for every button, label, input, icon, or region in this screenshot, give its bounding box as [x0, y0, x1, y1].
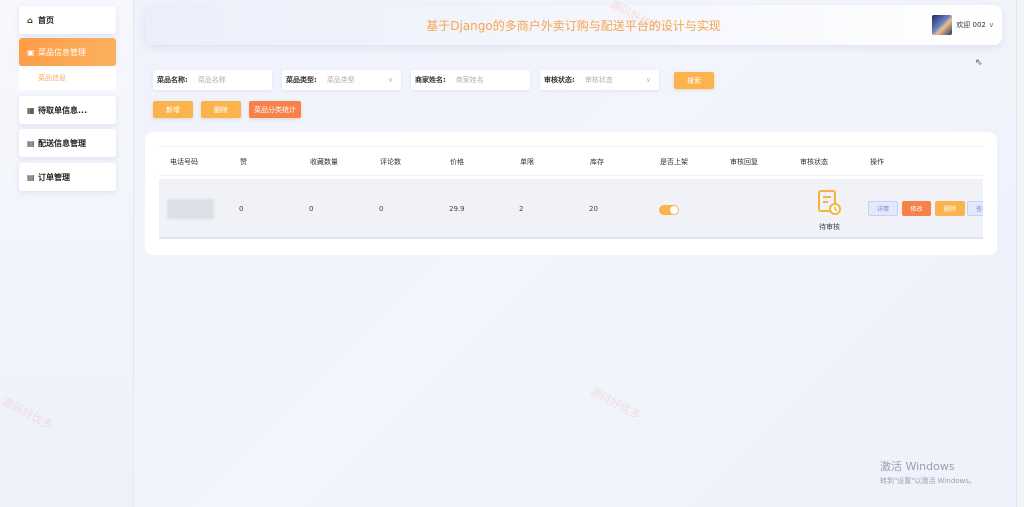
sidebar-item-label: 首页 [38, 15, 54, 25]
home-icon: ⌂ [27, 15, 33, 25]
favorites-cell: 0 [309, 205, 314, 213]
toggle-knob [670, 206, 678, 214]
chevron-down-icon: ∨ [645, 76, 651, 84]
delete-button[interactable]: 删除 [201, 101, 241, 118]
dish-type-filter[interactable]: 菜品类型: 菜品类型 ∨ [282, 70, 401, 90]
activation-subtitle: 转到"设置"以激活 Windows。 [880, 477, 976, 485]
th-favorites: 收藏数量 [310, 158, 338, 166]
sidebar-item-dish-management[interactable]: ▣ 菜品信息管理 [19, 38, 116, 66]
grid-icon: ▦ [27, 105, 35, 115]
welcome-text: 欢迎 002 [956, 21, 986, 29]
activation-title: 激活 Windows [880, 460, 955, 473]
dish-name-input[interactable] [187, 76, 272, 84]
dish-type-label: 菜品类型: [286, 76, 317, 84]
th-phone: 电话号码 [170, 158, 198, 166]
on-shelf-toggle[interactable] [659, 205, 679, 215]
windows-activation-notice: 激活 Windows 转到"设置"以激活 Windows。 [880, 458, 976, 486]
sidebar-item-pickup-orders[interactable]: ▦ 待取单信息... [19, 96, 116, 124]
merchant-label: 商家姓名: [415, 76, 446, 84]
avatar[interactable] [932, 15, 953, 35]
dish-name-filter: 菜品名称: [153, 70, 272, 90]
table-row: 0 0 0 29.9 2 20 待审核 详情 修改 删除 查看 [159, 179, 983, 239]
search-button[interactable]: 搜索 [674, 72, 714, 89]
sidebar-item-label: 待取单信息... [38, 105, 88, 115]
edit-button[interactable]: 修改 [902, 201, 931, 216]
sidebar-item-delivery[interactable]: ▤ 配送信息管理 [19, 129, 116, 157]
th-on-shelf: 是否上架 [660, 158, 688, 166]
mouse-cursor-icon: ⇖ [975, 58, 983, 68]
th-actions: 操作 [870, 158, 884, 166]
chevron-down-icon: ∨ [387, 76, 393, 84]
order-icon: ▤ [27, 172, 35, 182]
th-likes: 赞 [240, 158, 247, 166]
pending-review-icon [818, 190, 841, 215]
user-menu[interactable]: 欢迎 002 ∨ [932, 15, 994, 35]
th-price: 价格 [450, 158, 464, 166]
top-header: 基于Django的多商户外卖订购与配送平台的设计与实现 欢迎 002 ∨ [145, 5, 1002, 45]
merchant-input[interactable] [445, 76, 530, 84]
data-table: 电话号码 赞 收藏数量 评论数 价格 单限 库存 是否上架 审核回复 审核状态 … [159, 146, 983, 242]
view-button[interactable]: 查看 [967, 201, 983, 216]
sidebar-item-home[interactable]: ⌂ 首页 [19, 6, 116, 34]
th-stock: 库存 [590, 158, 604, 166]
sidebar-item-label: 菜品信息管理 [38, 47, 86, 57]
price-cell: 29.9 [449, 205, 465, 213]
th-comments: 评论数 [380, 158, 401, 166]
detail-button[interactable]: 详情 [868, 201, 898, 216]
row-delete-button[interactable]: 删除 [935, 201, 965, 216]
add-button[interactable]: 新增 [153, 101, 193, 118]
likes-cell: 0 [239, 205, 244, 213]
dish-name-label: 菜品名称: [157, 76, 188, 84]
table-header: 电话号码 赞 收藏数量 评论数 价格 单限 库存 是否上架 审核回复 审核状态 … [159, 146, 983, 176]
sidebar-item-orders[interactable]: ▤ 订单管理 [19, 163, 116, 191]
sidebar-item-label: 订单管理 [38, 172, 70, 182]
delivery-icon: ▤ [27, 138, 35, 148]
page-title: 基于Django的多商户外卖订购与配送平台的设计与实现 [426, 19, 721, 33]
audit-status-filter[interactable]: 审核状态: 审核状态 ∨ [540, 70, 659, 90]
table-card: 电话号码 赞 收藏数量 评论数 价格 单限 库存 是否上架 审核回复 审核状态 … [145, 132, 997, 255]
limit-cell: 2 [519, 205, 524, 213]
stock-cell: 20 [589, 205, 598, 213]
audit-status-label: 审核状态: [544, 76, 575, 84]
audit-status-text: 待审核 [819, 223, 840, 231]
phone-cell-blurred [167, 199, 214, 219]
sidebar-subitem-dish-info[interactable]: 菜品信息 [19, 66, 116, 90]
th-audit-reply: 审核回复 [730, 158, 758, 166]
category-stats-button[interactable]: 菜品分类统计 [249, 101, 301, 118]
dish-type-select[interactable]: 菜品类型 [317, 75, 388, 85]
sidebar: ⌂ 首页 ▣ 菜品信息管理 菜品信息 ▦ 待取单信息... ▤ 配送信息管理 ▤… [0, 0, 134, 507]
dish-icon: ▣ [27, 47, 35, 57]
chevron-down-icon[interactable]: ∨ [989, 21, 994, 29]
audit-status-select[interactable]: 审核状态 [575, 75, 646, 85]
sidebar-item-label: 配送信息管理 [38, 138, 86, 148]
comments-cell: 0 [379, 205, 384, 213]
th-audit-status: 审核状态 [800, 158, 828, 166]
merchant-filter: 商家姓名: [411, 70, 530, 90]
watermark: 源码好伐多 [587, 384, 643, 423]
th-limit: 单限 [520, 158, 534, 166]
page-scrollbar[interactable] [1016, 0, 1024, 507]
